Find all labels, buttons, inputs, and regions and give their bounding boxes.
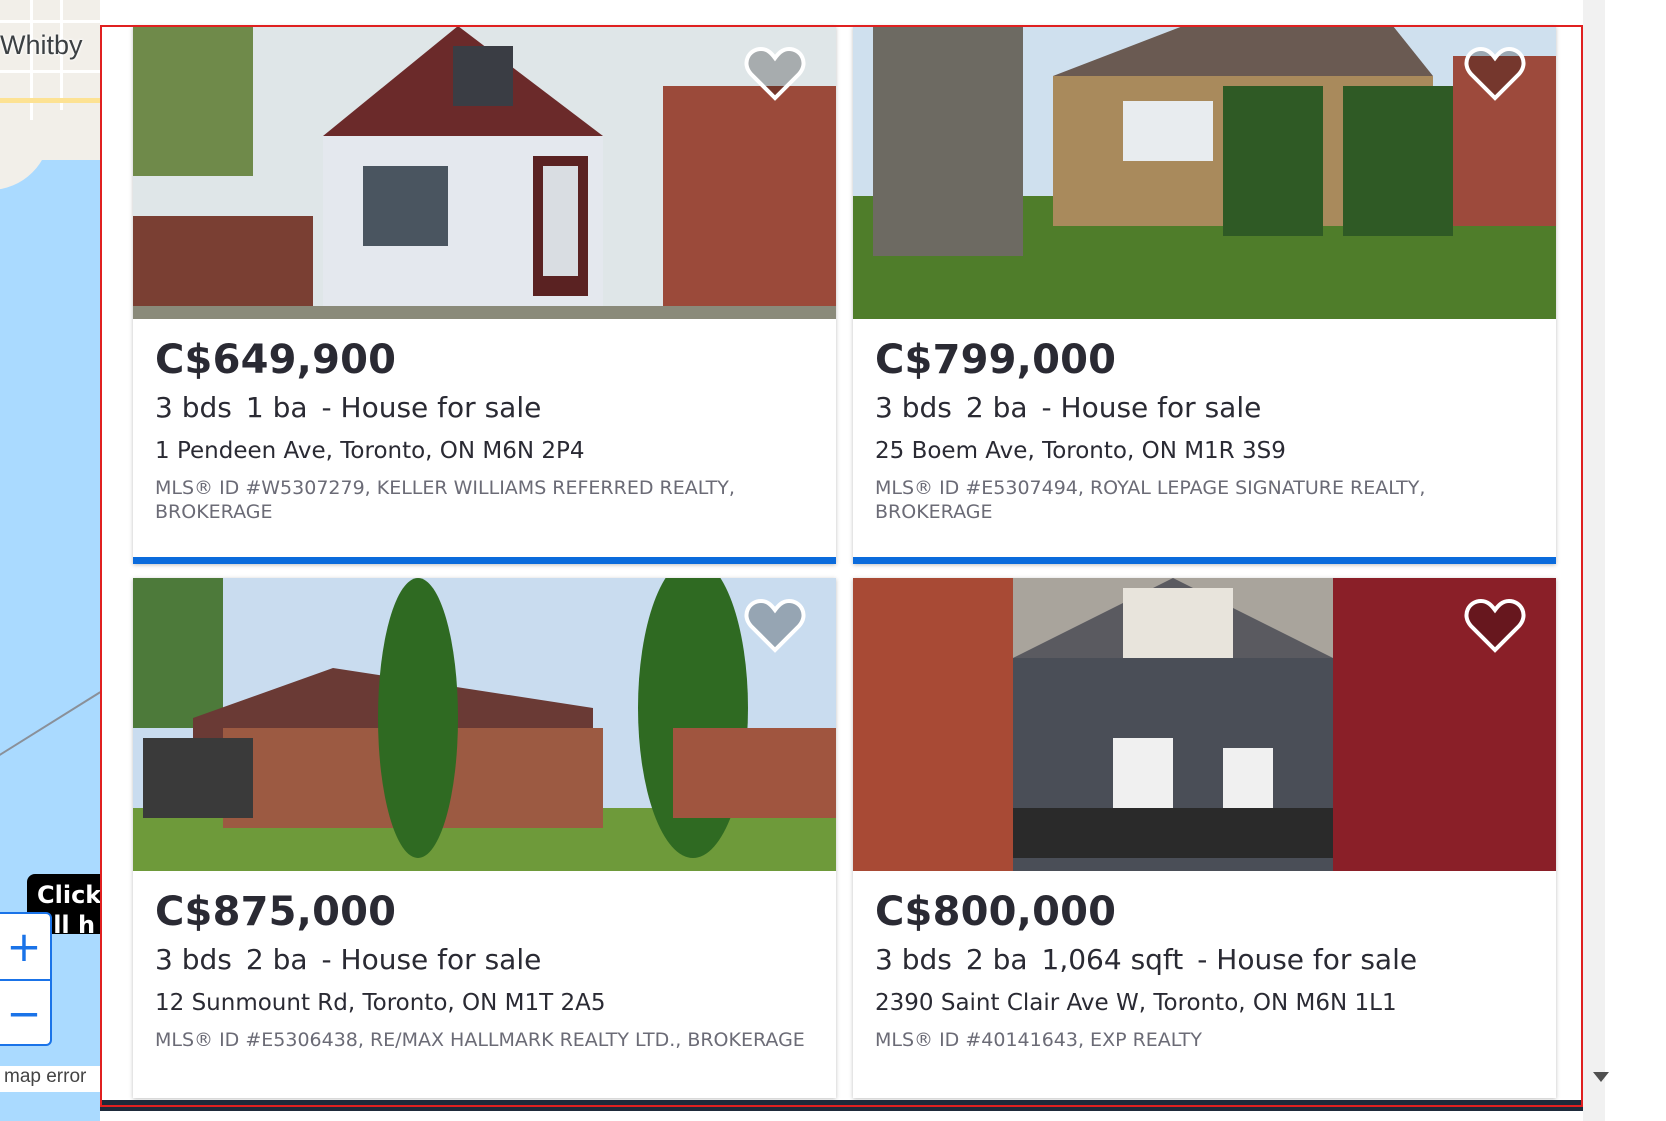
listing-beds: 3 bds xyxy=(155,391,232,424)
listing-card[interactable]: C$799,000 3 bds 2 ba - House for sale 25 B… xyxy=(853,26,1556,564)
map-shoreline xyxy=(0,120,50,190)
scroll-down-arrow-icon[interactable] xyxy=(1593,1072,1609,1082)
listing-price: C$649,900 xyxy=(155,337,397,383)
listing-type: - House for sale xyxy=(321,943,542,976)
listing-card[interactable]: C$649,900 3 bds 1 ba - House for sale 1 Pe… xyxy=(133,26,836,564)
listing-type: - House for sale xyxy=(1041,391,1262,424)
zoom-in-button[interactable]: + xyxy=(0,914,50,979)
heart-icon[interactable] xyxy=(1464,598,1526,654)
listing-baths: 2 ba xyxy=(965,391,1028,424)
scrollbar[interactable] xyxy=(1583,0,1605,1121)
listing-sqft: 1,064 sqft xyxy=(1041,943,1184,976)
listing-photo[interactable] xyxy=(133,578,836,871)
listing-mls: MLS® ID #W5307279, KELLER WILLIAMS REFER… xyxy=(155,477,735,523)
listing-baths: 1 ba xyxy=(245,391,308,424)
listing-beds: 3 bds xyxy=(875,943,952,976)
listing-photo[interactable] xyxy=(133,26,836,319)
heart-icon[interactable] xyxy=(744,46,806,102)
listing-mls: MLS® ID #40141643, EXP REALTY xyxy=(875,1029,1202,1051)
listing-price: C$875,000 xyxy=(155,889,397,935)
listing-facts: 3 bds 1 ba - House for sale xyxy=(155,391,814,424)
listing-address[interactable]: 25 Boem Ave, Toronto, ON M1R 3S9 xyxy=(875,438,1534,464)
listing-baths: 2 ba xyxy=(965,943,1028,976)
listing-type: - House for sale xyxy=(321,391,542,424)
heart-icon[interactable] xyxy=(744,598,806,654)
map-road xyxy=(0,20,100,23)
listing-address[interactable]: 1 Pendeen Ave, Toronto, ON M6N 2P4 xyxy=(155,438,814,464)
listing-facts: 3 bds 2 ba - House for sale xyxy=(875,391,1534,424)
map-route-line xyxy=(0,691,100,762)
listing-card[interactable]: C$875,000 3 bds 2 ba - House for sale 12 S… xyxy=(133,578,836,1098)
listing-photo[interactable] xyxy=(853,26,1556,319)
listing-facts: 3 bds 2 ba - House for sale xyxy=(155,943,814,976)
map-highway xyxy=(0,98,100,103)
listing-beds: 3 bds xyxy=(875,391,952,424)
listing-card[interactable]: C$800,000 3 bds 2 ba 1,064 sqft - House for… xyxy=(853,578,1556,1098)
listing-facts: 3 bds 2 ba 1,064 sqft - House for sale xyxy=(875,943,1534,976)
listing-mls: MLS® ID #E5306438, RE/MAX HALLMARK REALT… xyxy=(155,1029,805,1051)
map-error-link[interactable]: map error xyxy=(0,1066,100,1092)
listing-price: C$800,000 xyxy=(875,889,1117,935)
listing-baths: 2 ba xyxy=(245,943,308,976)
listing-address[interactable]: 2390 Saint Clair Ave W, Toronto, ON M6N … xyxy=(875,990,1534,1016)
map-road xyxy=(0,70,100,73)
footer-bar xyxy=(100,1100,1605,1111)
heart-icon[interactable] xyxy=(1464,46,1526,102)
listing-mls: MLS® ID #E5307494, ROYAL LEPAGE SIGNATUR… xyxy=(875,477,1426,523)
map-city-label: Whitby xyxy=(0,30,83,60)
listing-photo[interactable] xyxy=(853,578,1556,871)
listing-price: C$799,000 xyxy=(875,337,1117,383)
listing-type: - House for sale xyxy=(1197,943,1418,976)
zoom-control: + − xyxy=(0,912,52,1046)
listing-beds: 3 bds xyxy=(155,943,232,976)
zoom-out-button[interactable]: − xyxy=(0,979,50,1046)
listing-address[interactable]: 12 Sunmount Rd, Toronto, ON M1T 2A5 xyxy=(155,990,814,1016)
